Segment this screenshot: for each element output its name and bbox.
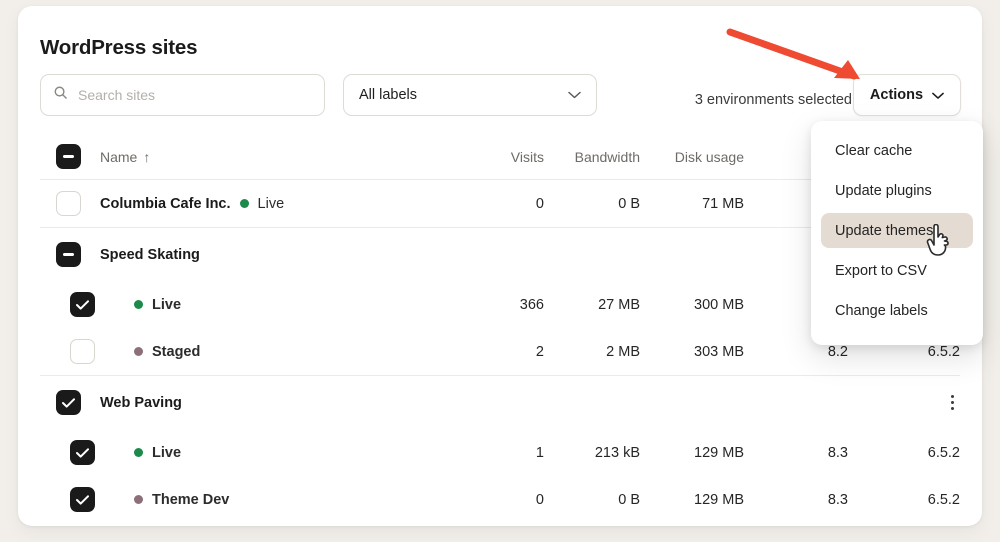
checkbox-indeterminate-icon <box>56 144 81 169</box>
column-header-bandwidth[interactable]: Bandwidth <box>544 149 640 165</box>
cell-disk-usage: 129 MB <box>640 445 744 461</box>
search-input[interactable]: Search sites <box>40 74 325 116</box>
cell-visits: 366 <box>458 297 544 313</box>
environment-name: Live <box>152 297 181 313</box>
environment-name: Staged <box>152 344 200 360</box>
cell-disk-usage: 303 MB <box>640 344 744 360</box>
checkbox-checked-icon <box>70 440 95 465</box>
wordpress-sites-card: WordPress sites Search sites All labels … <box>18 6 982 526</box>
cell-wordpress: 6.5.2 <box>848 492 960 508</box>
cell-disk-usage: 71 MB <box>640 196 744 212</box>
row-checkbox[interactable] <box>40 292 100 317</box>
checkbox-unchecked-icon <box>70 339 95 364</box>
row-name-cell: Live <box>100 445 458 461</box>
table-row[interactable]: Theme Dev 0 0 B 129 MB 8.3 6.5.2 <box>40 476 960 523</box>
chevron-down-icon <box>932 86 944 104</box>
site-name: Speed Skating <box>100 247 200 263</box>
status-label: Live <box>258 196 285 212</box>
row-name-cell: Staged <box>100 344 458 360</box>
cell-bandwidth: 2 MB <box>544 344 640 360</box>
actions-button[interactable]: Actions <box>853 74 961 116</box>
checkbox-checked-icon <box>70 292 95 317</box>
row-name-cell: Live <box>100 297 458 313</box>
group-checkbox[interactable] <box>40 242 100 267</box>
table-row[interactable]: Web Paving <box>40 375 960 429</box>
row-name-cell: Columbia Cafe Inc. Live <box>100 196 458 212</box>
checkbox-unchecked-icon <box>56 191 81 216</box>
site-name: Columbia Cafe Inc. <box>100 196 231 212</box>
menu-item-clear-cache[interactable]: Clear cache <box>821 133 973 168</box>
environment-name: Theme Dev <box>152 492 229 508</box>
status-dot <box>134 300 143 309</box>
cell-php: 8.3 <box>744 492 848 508</box>
cell-bandwidth: 213 kB <box>544 445 640 461</box>
search-placeholder: Search sites <box>78 87 155 103</box>
menu-item-export-to-csv[interactable]: Export to CSV <box>821 253 973 288</box>
page-title: WordPress sites <box>40 36 197 60</box>
column-header-name-label: Name <box>100 149 137 165</box>
cell-wordpress: 6.5.2 <box>848 344 960 360</box>
cell-php: 8.3 <box>744 445 848 461</box>
row-checkbox[interactable] <box>40 440 100 465</box>
row-name-cell: Web Paving <box>100 395 960 411</box>
sort-ascending-icon: ↑ <box>143 149 150 165</box>
checkbox-indeterminate-icon <box>56 242 81 267</box>
actions-dropdown-menu: Clear cache Update plugins Update themes… <box>811 121 983 345</box>
cell-bandwidth: 0 B <box>544 492 640 508</box>
group-checkbox[interactable] <box>40 390 100 415</box>
labels-filter-select[interactable]: All labels <box>343 74 597 116</box>
chevron-down-icon <box>568 86 581 104</box>
status-dot <box>134 495 143 504</box>
cell-visits: 0 <box>458 196 544 212</box>
row-checkbox[interactable] <box>40 487 100 512</box>
menu-item-update-themes[interactable]: Update themes <box>821 213 973 248</box>
labels-filter-value: All labels <box>359 87 417 103</box>
column-header-name[interactable]: Name ↑ <box>100 149 458 165</box>
search-icon <box>53 85 68 105</box>
more-options-icon[interactable] <box>951 395 954 411</box>
environment-name: Live <box>152 445 181 461</box>
row-checkbox[interactable] <box>40 339 100 364</box>
status-dot <box>134 448 143 457</box>
row-checkbox[interactable] <box>40 191 100 216</box>
column-header-visits[interactable]: Visits <box>458 149 544 165</box>
column-header-disk-usage[interactable]: Disk usage <box>640 149 744 165</box>
table-row[interactable]: Live 1 213 kB 129 MB 8.3 6.5.2 <box>40 429 960 476</box>
cell-bandwidth: 0 B <box>544 196 640 212</box>
cell-php: 8.2 <box>744 344 848 360</box>
checkbox-checked-icon <box>56 390 81 415</box>
row-name-cell: Theme Dev <box>100 492 458 508</box>
cell-bandwidth: 27 MB <box>544 297 640 313</box>
selection-status: 3 environments selected <box>695 92 852 108</box>
menu-item-change-labels[interactable]: Change labels <box>821 293 973 328</box>
status-dot <box>134 347 143 356</box>
cell-disk-usage: 129 MB <box>640 492 744 508</box>
cell-visits: 0 <box>458 492 544 508</box>
select-all-checkbox[interactable] <box>40 144 100 169</box>
menu-item-update-plugins[interactable]: Update plugins <box>821 173 973 208</box>
cell-visits: 1 <box>458 445 544 461</box>
actions-button-label: Actions <box>870 87 923 103</box>
cell-wordpress: 6.5.2 <box>848 445 960 461</box>
cell-visits: 2 <box>458 344 544 360</box>
cell-disk-usage: 300 MB <box>640 297 744 313</box>
status-dot <box>240 199 249 208</box>
checkbox-checked-icon <box>70 487 95 512</box>
site-name: Web Paving <box>100 395 182 411</box>
